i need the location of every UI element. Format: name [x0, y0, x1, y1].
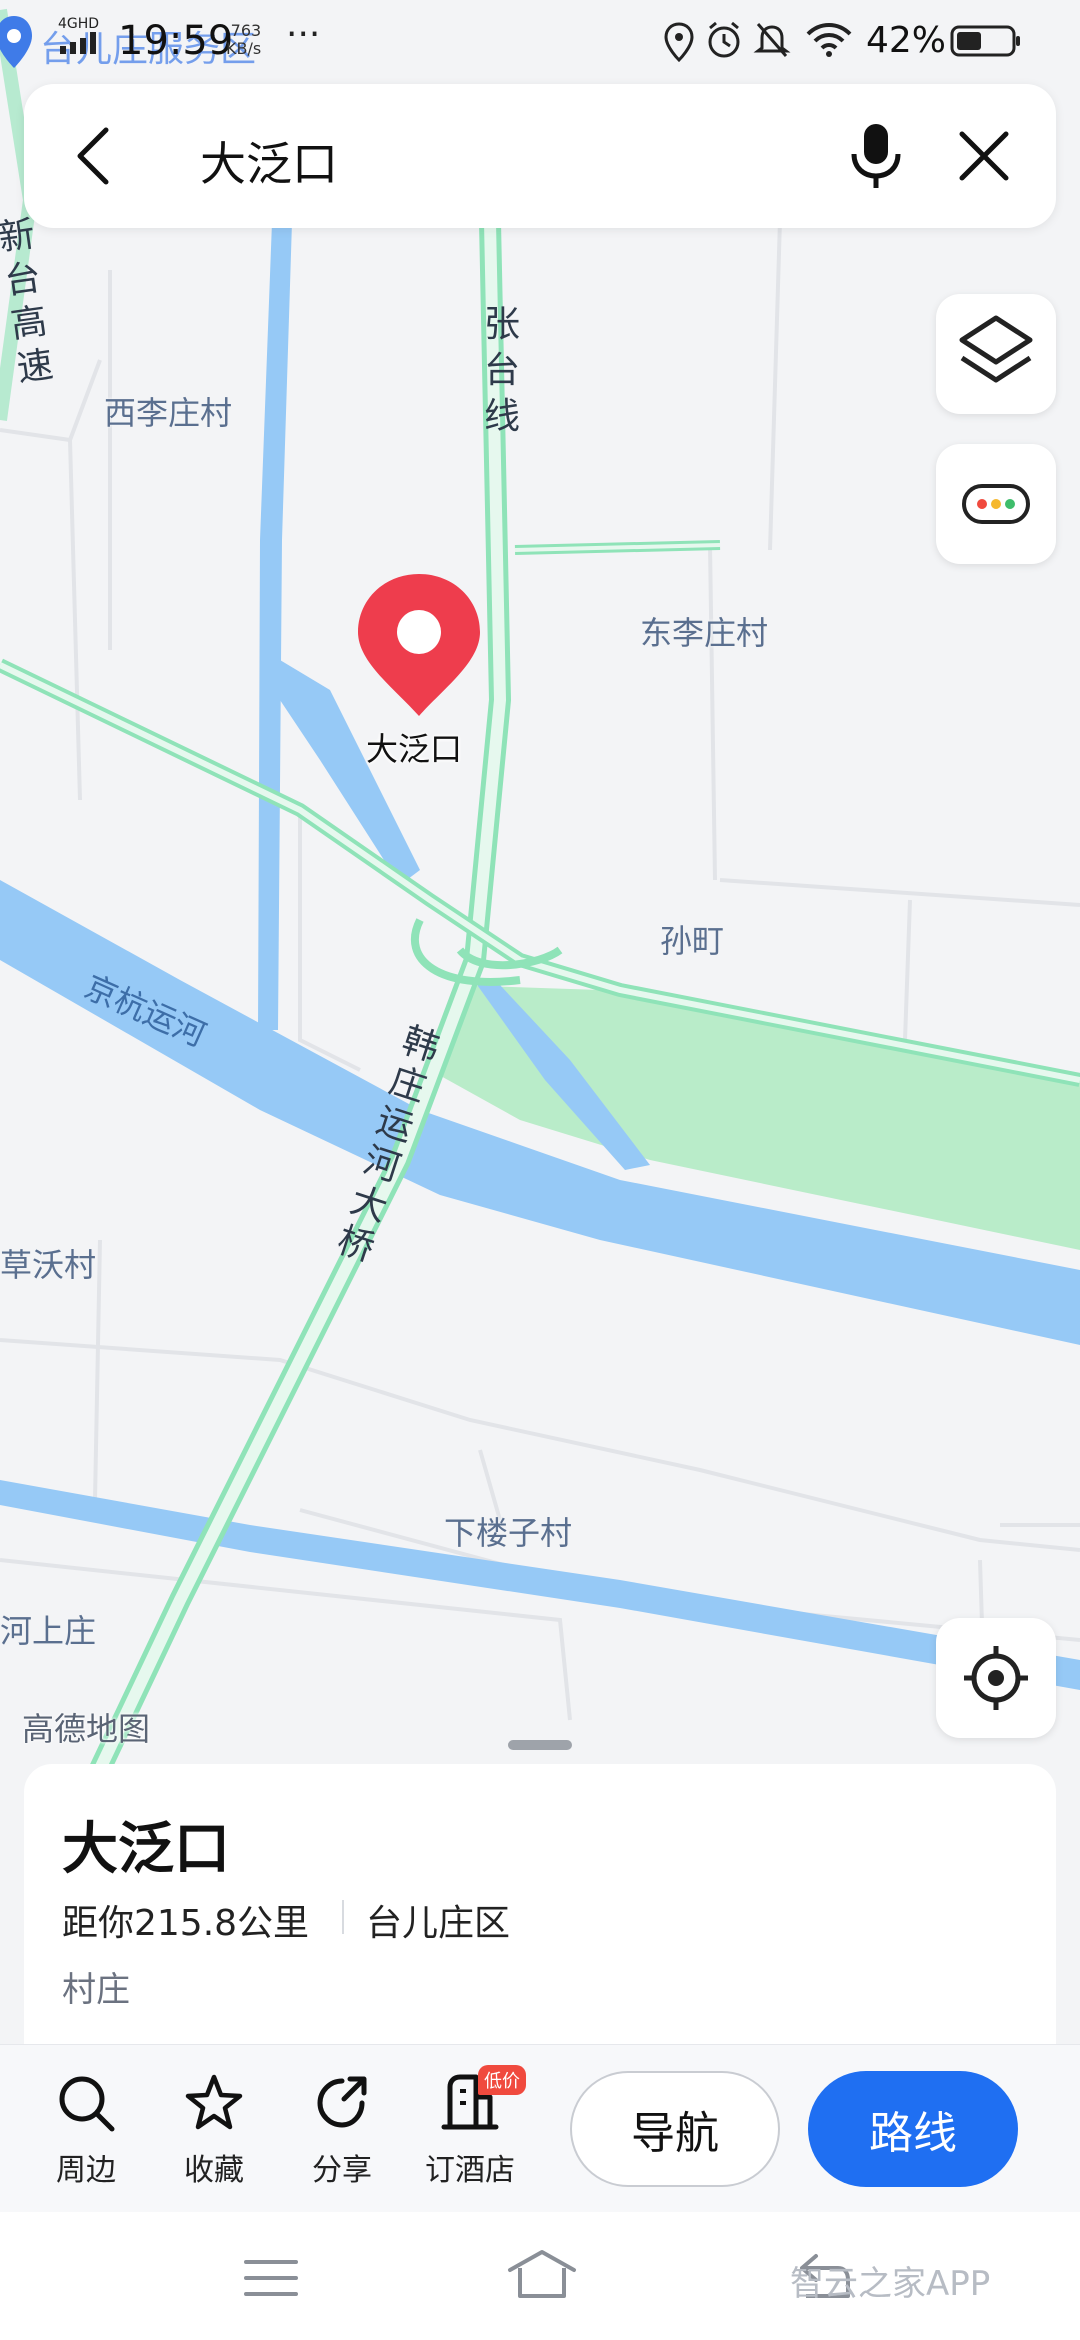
pin-label[interactable]: 大泛口 [366, 724, 462, 770]
microphone-icon[interactable] [848, 120, 904, 192]
menu-icon[interactable] [244, 2258, 298, 2298]
close-icon[interactable] [956, 128, 1012, 184]
status-bar: 台儿庄服务区 4GHD 19:59 763 KB/s ··· 42% [0, 0, 1080, 84]
battery-percent: 42% [866, 20, 947, 61]
share-icon [317, 2076, 367, 2128]
layers-button[interactable] [936, 294, 1056, 414]
action-bar: 周边 收藏 分享 低价 订酒店 导航 路线 [0, 2044, 1080, 2213]
place-distance: 距你215.8公里 [62, 1903, 310, 1944]
network-speed: 763 KB/s [226, 22, 261, 58]
hotel-label: 订酒店 [425, 2153, 515, 2188]
place-label-donglizhuang[interactable]: 东李庄村 [640, 608, 768, 654]
search-icon [59, 2076, 115, 2132]
place-label-heshang[interactable]: 河上庄 [0, 1606, 96, 1652]
place-title: 大泛口 [62, 1817, 230, 1882]
signal-icon [60, 32, 96, 54]
network-speed-unit: KB/s [226, 39, 262, 58]
share-button[interactable]: 分享 [282, 2073, 402, 2189]
network-speed-value: 763 [230, 21, 262, 40]
place-label-sunting[interactable]: 孙町 [660, 916, 724, 962]
more-dots: ··· [286, 14, 321, 55]
star-icon [185, 2074, 243, 2130]
back-arrow-icon[interactable] [72, 126, 116, 186]
status-time: 19:59 [118, 18, 234, 64]
watermark-text: 智云之家APP [790, 2264, 991, 2304]
place-label-caowo[interactable]: 草沃村 [0, 1240, 96, 1286]
favorite-label: 收藏 [184, 2153, 244, 2188]
home-icon[interactable] [506, 2248, 578, 2300]
system-nav-bar: 智云之家APP [0, 2212, 1080, 2340]
road-label-zhangtai: 张台线 [484, 304, 521, 437]
share-label: 分享 [312, 2153, 372, 2188]
search-bar[interactable]: 大泛口 [24, 84, 1056, 228]
layers-icon [959, 315, 1033, 383]
hotel-button[interactable]: 低价 订酒店 [410, 2065, 530, 2189]
place-type: 村庄 [62, 1970, 130, 2010]
divider [342, 1900, 344, 1934]
location-pin-icon[interactable] [354, 570, 484, 720]
traffic-light-icon [962, 484, 1030, 524]
locate-button[interactable] [936, 1618, 1056, 1738]
place-district: 台儿庄区 [366, 1903, 511, 1944]
alarm-icon [708, 21, 740, 58]
network-type: 4GHD [58, 16, 100, 32]
drag-handle[interactable] [508, 1740, 572, 1750]
place-label-xilizhuang[interactable]: 西李庄村 [104, 388, 232, 434]
wifi-icon [806, 23, 852, 57]
locate-crosshair-icon [964, 1646, 1028, 1710]
amap-logo-icon [0, 16, 32, 68]
place-label-xialouzi[interactable]: 下楼子村 [444, 1508, 572, 1554]
location-status-icon [664, 22, 694, 62]
route-button[interactable]: 路线 [808, 2071, 1018, 2187]
map-attribution: 高德地图 [22, 1710, 151, 1748]
traffic-button[interactable] [936, 444, 1056, 564]
nearby-button[interactable]: 周边 [26, 2073, 146, 2189]
mute-bell-icon [753, 23, 791, 57]
navigate-button[interactable]: 导航 [570, 2071, 780, 2187]
place-card[interactable]: 大泛口 距你215.8公里 台儿庄区 村庄 [24, 1764, 1056, 2064]
battery-icon [950, 25, 1020, 57]
search-query[interactable]: 大泛口 [200, 128, 338, 194]
nearby-label: 周边 [56, 2153, 116, 2188]
hotel-badge: 低价 [478, 2065, 526, 2095]
favorite-button[interactable]: 收藏 [154, 2073, 274, 2189]
